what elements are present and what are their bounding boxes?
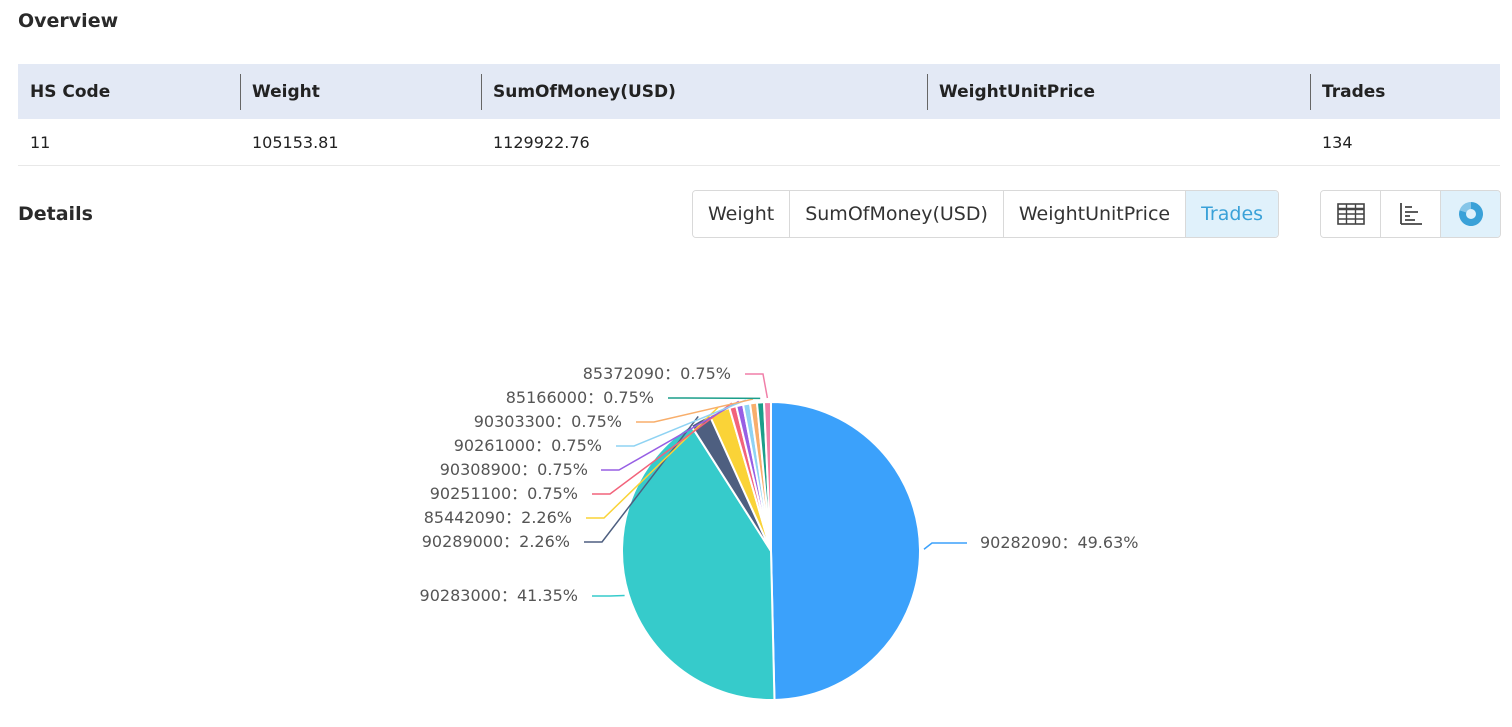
leader-line-90282090 bbox=[923, 542, 967, 550]
metric-tabs: Weight SumOfMoney(USD) WeightUnitPrice T… bbox=[692, 190, 1280, 238]
bar-chart-view-button[interactable] bbox=[1381, 191, 1441, 237]
tab-trades[interactable]: Trades bbox=[1186, 191, 1279, 237]
tab-sum-of-money[interactable]: SumOfMoney(USD) bbox=[790, 191, 1004, 237]
cell-sum-of-money: 1129922.76 bbox=[493, 132, 590, 152]
overview-table-header: HS Code Weight SumOfMoney(USD) WeightUni… bbox=[18, 64, 1500, 119]
slice-label-90251100: 90251100：0.75% bbox=[430, 484, 578, 503]
leader-line-85372090 bbox=[745, 373, 769, 399]
slice-label-85372090: 85372090：0.75% bbox=[583, 364, 731, 383]
overview-table: HS Code Weight SumOfMoney(USD) WeightUni… bbox=[18, 64, 1500, 166]
table-row: 11 105153.81 1129922.76 134 bbox=[18, 119, 1500, 166]
leader-line-90283000 bbox=[592, 594, 625, 597]
column-hs-code: HS Code bbox=[30, 81, 111, 102]
cell-hs-code: 11 bbox=[30, 132, 51, 152]
pie-chart: 90282090：49.63% 90283000：41.35% 90289000：2… bbox=[420, 364, 1138, 701]
tab-weight[interactable]: Weight bbox=[693, 191, 791, 237]
pie-chart-icon bbox=[1458, 201, 1483, 226]
cell-trades: 134 bbox=[1322, 132, 1353, 152]
overview-title: Overview bbox=[18, 10, 119, 32]
slice-label-90289000: 90289000：2.26% bbox=[422, 532, 570, 551]
tab-weight-unit-price[interactable]: WeightUnitPrice bbox=[1003, 191, 1187, 237]
column-weight-unit-price: WeightUnitPrice bbox=[927, 73, 1310, 110]
pie-chart-view-button[interactable] bbox=[1441, 191, 1500, 237]
slice-label-90303300: 90303300：0.75% bbox=[474, 412, 622, 431]
details-title: Details bbox=[18, 203, 93, 225]
slice-label-90261000: 90261000：0.75% bbox=[454, 436, 602, 455]
trade-stats-page: Overview HS Code Weight SumOfMoney(USD) … bbox=[0, 0, 1512, 727]
column-weight: Weight bbox=[240, 73, 481, 110]
column-trades: Trades bbox=[1310, 73, 1500, 110]
slice-label-85442090: 85442090：2.26% bbox=[424, 508, 572, 527]
slice-label-90283000: 90283000：41.35% bbox=[420, 586, 578, 605]
cell-weight: 105153.81 bbox=[252, 132, 339, 152]
slice-label-90282090: 90282090：49.63% bbox=[980, 533, 1138, 552]
view-switch bbox=[1320, 190, 1501, 238]
bar-chart-icon bbox=[1399, 203, 1422, 225]
table-view-button[interactable] bbox=[1321, 191, 1381, 237]
table-icon bbox=[1336, 203, 1365, 225]
slice-label-85166000: 85166000：0.75% bbox=[506, 388, 654, 407]
slice-label-90308900: 90308900：0.75% bbox=[440, 460, 588, 479]
column-sum-of-money: SumOfMoney(USD) bbox=[481, 73, 927, 110]
pie-slice-90282090[interactable] bbox=[770, 400, 922, 701]
